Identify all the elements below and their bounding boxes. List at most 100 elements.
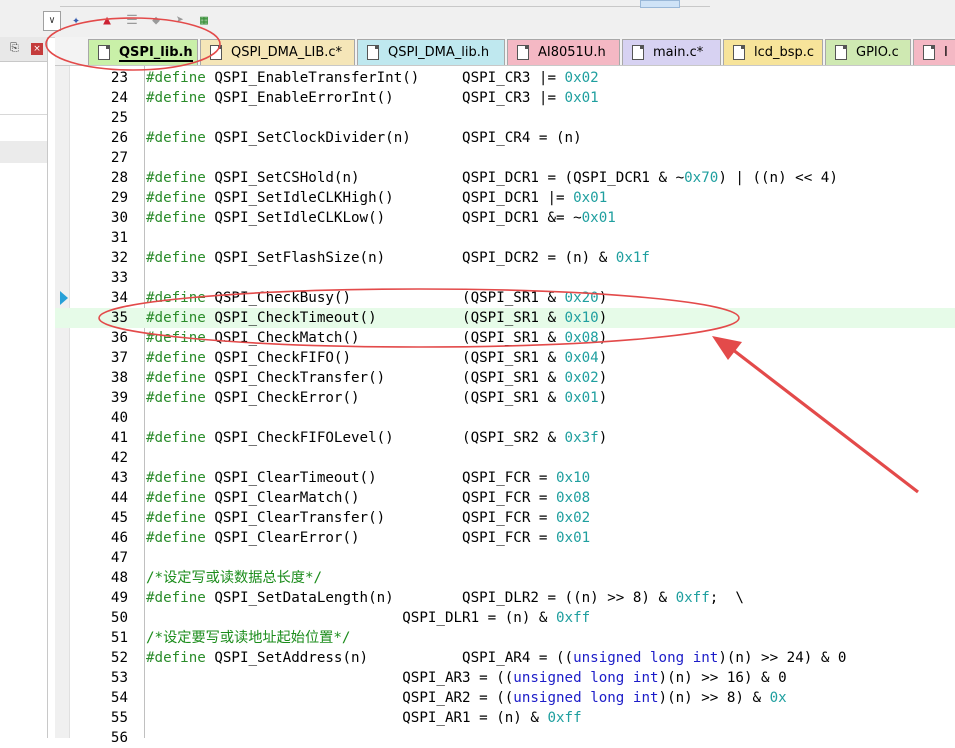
line-number: 34 bbox=[110, 290, 128, 306]
build-icon[interactable]: ▦ bbox=[195, 12, 213, 30]
toolbar-dropdown-button[interactable]: ∨ bbox=[43, 11, 61, 31]
line-number: 43 bbox=[110, 470, 128, 486]
code-line[interactable]: 38 #define QSPI_CheckTransfer() (QSPI_SR1… bbox=[55, 368, 955, 388]
file-icon bbox=[367, 45, 379, 60]
code-text: QSPI_AR1 = (n) & 0xff bbox=[146, 710, 582, 726]
code-line[interactable]: 55 QSPI_AR1 = (n) & 0xff bbox=[55, 708, 955, 728]
tab-gpio-c[interactable]: GPIO.c bbox=[825, 39, 911, 65]
code-line[interactable]: 25 bbox=[55, 108, 955, 128]
code-line[interactable]: 37 #define QSPI_CheckFIFO() (QSPI_SR1 & 0… bbox=[55, 348, 955, 368]
code-line[interactable]: 49 #define QSPI_SetDataLength(n) QSPI_DLR… bbox=[55, 588, 955, 608]
code-line[interactable]: 53 QSPI_AR3 = ((unsigned long int)(n) >>… bbox=[55, 668, 955, 688]
code-line[interactable]: 54 QSPI_AR2 = ((unsigned long int)(n) >>… bbox=[55, 688, 955, 708]
code-text: #define QSPI_SetCSHold(n) QSPI_DCR1 = (Q… bbox=[146, 170, 838, 186]
code-line[interactable]: 26 #define QSPI_SetClockDivider(n) QSPI_C… bbox=[55, 128, 955, 148]
line-number: 51 bbox=[110, 630, 128, 646]
file-icon bbox=[517, 45, 529, 60]
code-line[interactable]: 36 #define QSPI_CheckMatch() (QSPI_SR1 & … bbox=[55, 328, 955, 348]
code-text: #define QSPI_CheckError() (QSPI_SR1 & 0x… bbox=[146, 390, 608, 406]
toolbar-highlight-box[interactable] bbox=[640, 0, 680, 8]
code-line[interactable]: 51 /*设定要写或读地址起始位置*/ bbox=[55, 628, 955, 648]
code-text: #define QSPI_EnableTransferInt() QSPI_CR… bbox=[146, 70, 599, 86]
code-line[interactable]: 47 bbox=[55, 548, 955, 568]
line-number: 35 bbox=[110, 310, 128, 326]
toolbar: ∨ ✦ ▲ ☰ ◆ ➤ ▦ bbox=[0, 0, 955, 38]
line-number: 29 bbox=[110, 190, 128, 206]
tab-qspi-dma-lib-h[interactable]: QSPI_DMA_lib.h bbox=[357, 39, 505, 65]
code-line[interactable]: 23 #define QSPI_EnableTransferInt() QSPI_… bbox=[55, 68, 955, 88]
line-number: 50 bbox=[110, 610, 128, 626]
line-number: 33 bbox=[110, 270, 128, 286]
file-icon bbox=[835, 45, 847, 60]
code-line[interactable]: 32 #define QSPI_SetFlashSize(n) QSPI_DCR2… bbox=[55, 248, 955, 268]
tab-qspi-dma-lib-c[interactable]: QSPI_DMA_LIB.c* bbox=[200, 39, 355, 65]
file-icon bbox=[210, 45, 222, 60]
file-icon bbox=[733, 45, 745, 60]
line-number: 32 bbox=[110, 250, 128, 266]
code-text: #define QSPI_SetIdleCLKHigh() QSPI_DCR1 … bbox=[146, 190, 608, 206]
tab-label: lcd_bsp.c bbox=[754, 45, 815, 60]
code-line[interactable]: 28 #define QSPI_SetCSHold(n) QSPI_DCR1 = … bbox=[55, 168, 955, 188]
stack-icon[interactable]: ☰ bbox=[123, 12, 141, 30]
tab-label: GPIO.c bbox=[856, 45, 899, 60]
panel-divider bbox=[0, 114, 47, 115]
code-line[interactable]: 43 #define QSPI_ClearTimeout() QSPI_FCR =… bbox=[55, 468, 955, 488]
code-line[interactable]: 52 #define QSPI_SetAddress(n) QSPI_AR4 = … bbox=[55, 648, 955, 668]
line-number: 37 bbox=[110, 350, 128, 366]
tab-qspi-lib-h[interactable]: QSPI_lib.h bbox=[88, 39, 198, 65]
code-line[interactable]: 50 QSPI_DLR1 = (n) & 0xff bbox=[55, 608, 955, 628]
code-text: #define QSPI_CheckBusy() (QSPI_SR1 & 0x2… bbox=[146, 290, 608, 306]
line-number: 39 bbox=[110, 390, 128, 406]
line-number: 27 bbox=[110, 150, 128, 166]
line-number: 44 bbox=[110, 490, 128, 506]
code-line[interactable]: 44 #define QSPI_ClearMatch() QSPI_FCR = 0… bbox=[55, 488, 955, 508]
code-text: #define QSPI_SetClockDivider(n) QSPI_CR4… bbox=[146, 130, 582, 146]
tab-label: I bbox=[944, 45, 948, 60]
code-line[interactable]: 41 #define QSPI_CheckFIFOLevel() (QSPI_SR… bbox=[55, 428, 955, 448]
tab-label: QSPI_DMA_LIB.c* bbox=[231, 45, 343, 60]
line-number: 40 bbox=[110, 410, 128, 426]
wizard-icon[interactable]: ✦ bbox=[67, 12, 85, 30]
code-line[interactable]: 48 /*设定写或读数据总长度*/ bbox=[55, 568, 955, 588]
code-line[interactable]: 31 bbox=[55, 228, 955, 248]
code-line[interactable]: 42 bbox=[55, 448, 955, 468]
code-line[interactable]: 33 bbox=[55, 268, 955, 288]
line-number: 49 bbox=[110, 590, 128, 606]
editor-tab-bar: QSPI_lib.h QSPI_DMA_LIB.c* QSPI_DMA_lib.h A… bbox=[55, 37, 955, 66]
code-text: /*设定写或读数据总长度*/ bbox=[146, 570, 323, 586]
code-text: #define QSPI_CheckMatch() (QSPI_SR1 & 0x… bbox=[146, 330, 608, 346]
code-line[interactable]: 24 #define QSPI_EnableErrorInt() QSPI_CR3… bbox=[55, 88, 955, 108]
tab-i[interactable]: I bbox=[913, 39, 955, 65]
line-number: 28 bbox=[110, 170, 128, 186]
diamond-icon[interactable]: ◆ bbox=[147, 12, 165, 30]
line-number: 55 bbox=[110, 710, 128, 726]
code-line[interactable]: 46 #define QSPI_ClearError() QSPI_FCR = 0… bbox=[55, 528, 955, 548]
pin-icon[interactable]: ⎘ bbox=[10, 41, 19, 55]
code-line[interactable]: 40 bbox=[55, 408, 955, 428]
code-line[interactable]: 30 #define QSPI_SetIdleCLKLow() QSPI_DCR1… bbox=[55, 208, 955, 228]
code-text: #define QSPI_SetAddress(n) QSPI_AR4 = ((… bbox=[146, 650, 847, 666]
code-line[interactable]: 45 #define QSPI_ClearTransfer() QSPI_FCR … bbox=[55, 508, 955, 528]
line-number: 25 bbox=[110, 110, 128, 126]
file-icon bbox=[923, 45, 935, 60]
code-line[interactable]: 29 #define QSPI_SetIdleCLKHigh() QSPI_DCR… bbox=[55, 188, 955, 208]
code-line[interactable]: 27 bbox=[55, 148, 955, 168]
code-text: #define QSPI_CheckTimeout() (QSPI_SR1 & … bbox=[146, 310, 608, 326]
close-icon[interactable]: × bbox=[31, 43, 43, 55]
tab-main-c[interactable]: main.c* bbox=[622, 39, 721, 65]
line-number: 23 bbox=[110, 70, 128, 86]
code-line[interactable]: 35 #define QSPI_CheckTimeout() (QSPI_SR1 … bbox=[55, 308, 955, 328]
code-text: #define QSPI_ClearTimeout() QSPI_FCR = 0… bbox=[146, 470, 591, 486]
code-line[interactable]: 34 #define QSPI_CheckBusy() (QSPI_SR1 & 0… bbox=[55, 288, 955, 308]
code-line[interactable]: 56 bbox=[55, 728, 955, 748]
panel-selected-row[interactable] bbox=[0, 141, 47, 163]
insert-icon[interactable]: ▲ bbox=[98, 12, 116, 30]
tab-lcd-bsp-c[interactable]: lcd_bsp.c bbox=[723, 39, 823, 65]
tab-ai8051u-h[interactable]: AI8051U.h bbox=[507, 39, 620, 65]
line-number: 38 bbox=[110, 370, 128, 386]
code-line[interactable]: 39 #define QSPI_CheckError() (QSPI_SR1 & … bbox=[55, 388, 955, 408]
file-icon bbox=[98, 45, 110, 60]
arrow-icon[interactable]: ➤ bbox=[171, 12, 189, 30]
tab-label: QSPI_DMA_lib.h bbox=[388, 45, 490, 60]
code-editor[interactable]: 23 #define QSPI_EnableTransferInt() QSPI_… bbox=[55, 66, 955, 746]
